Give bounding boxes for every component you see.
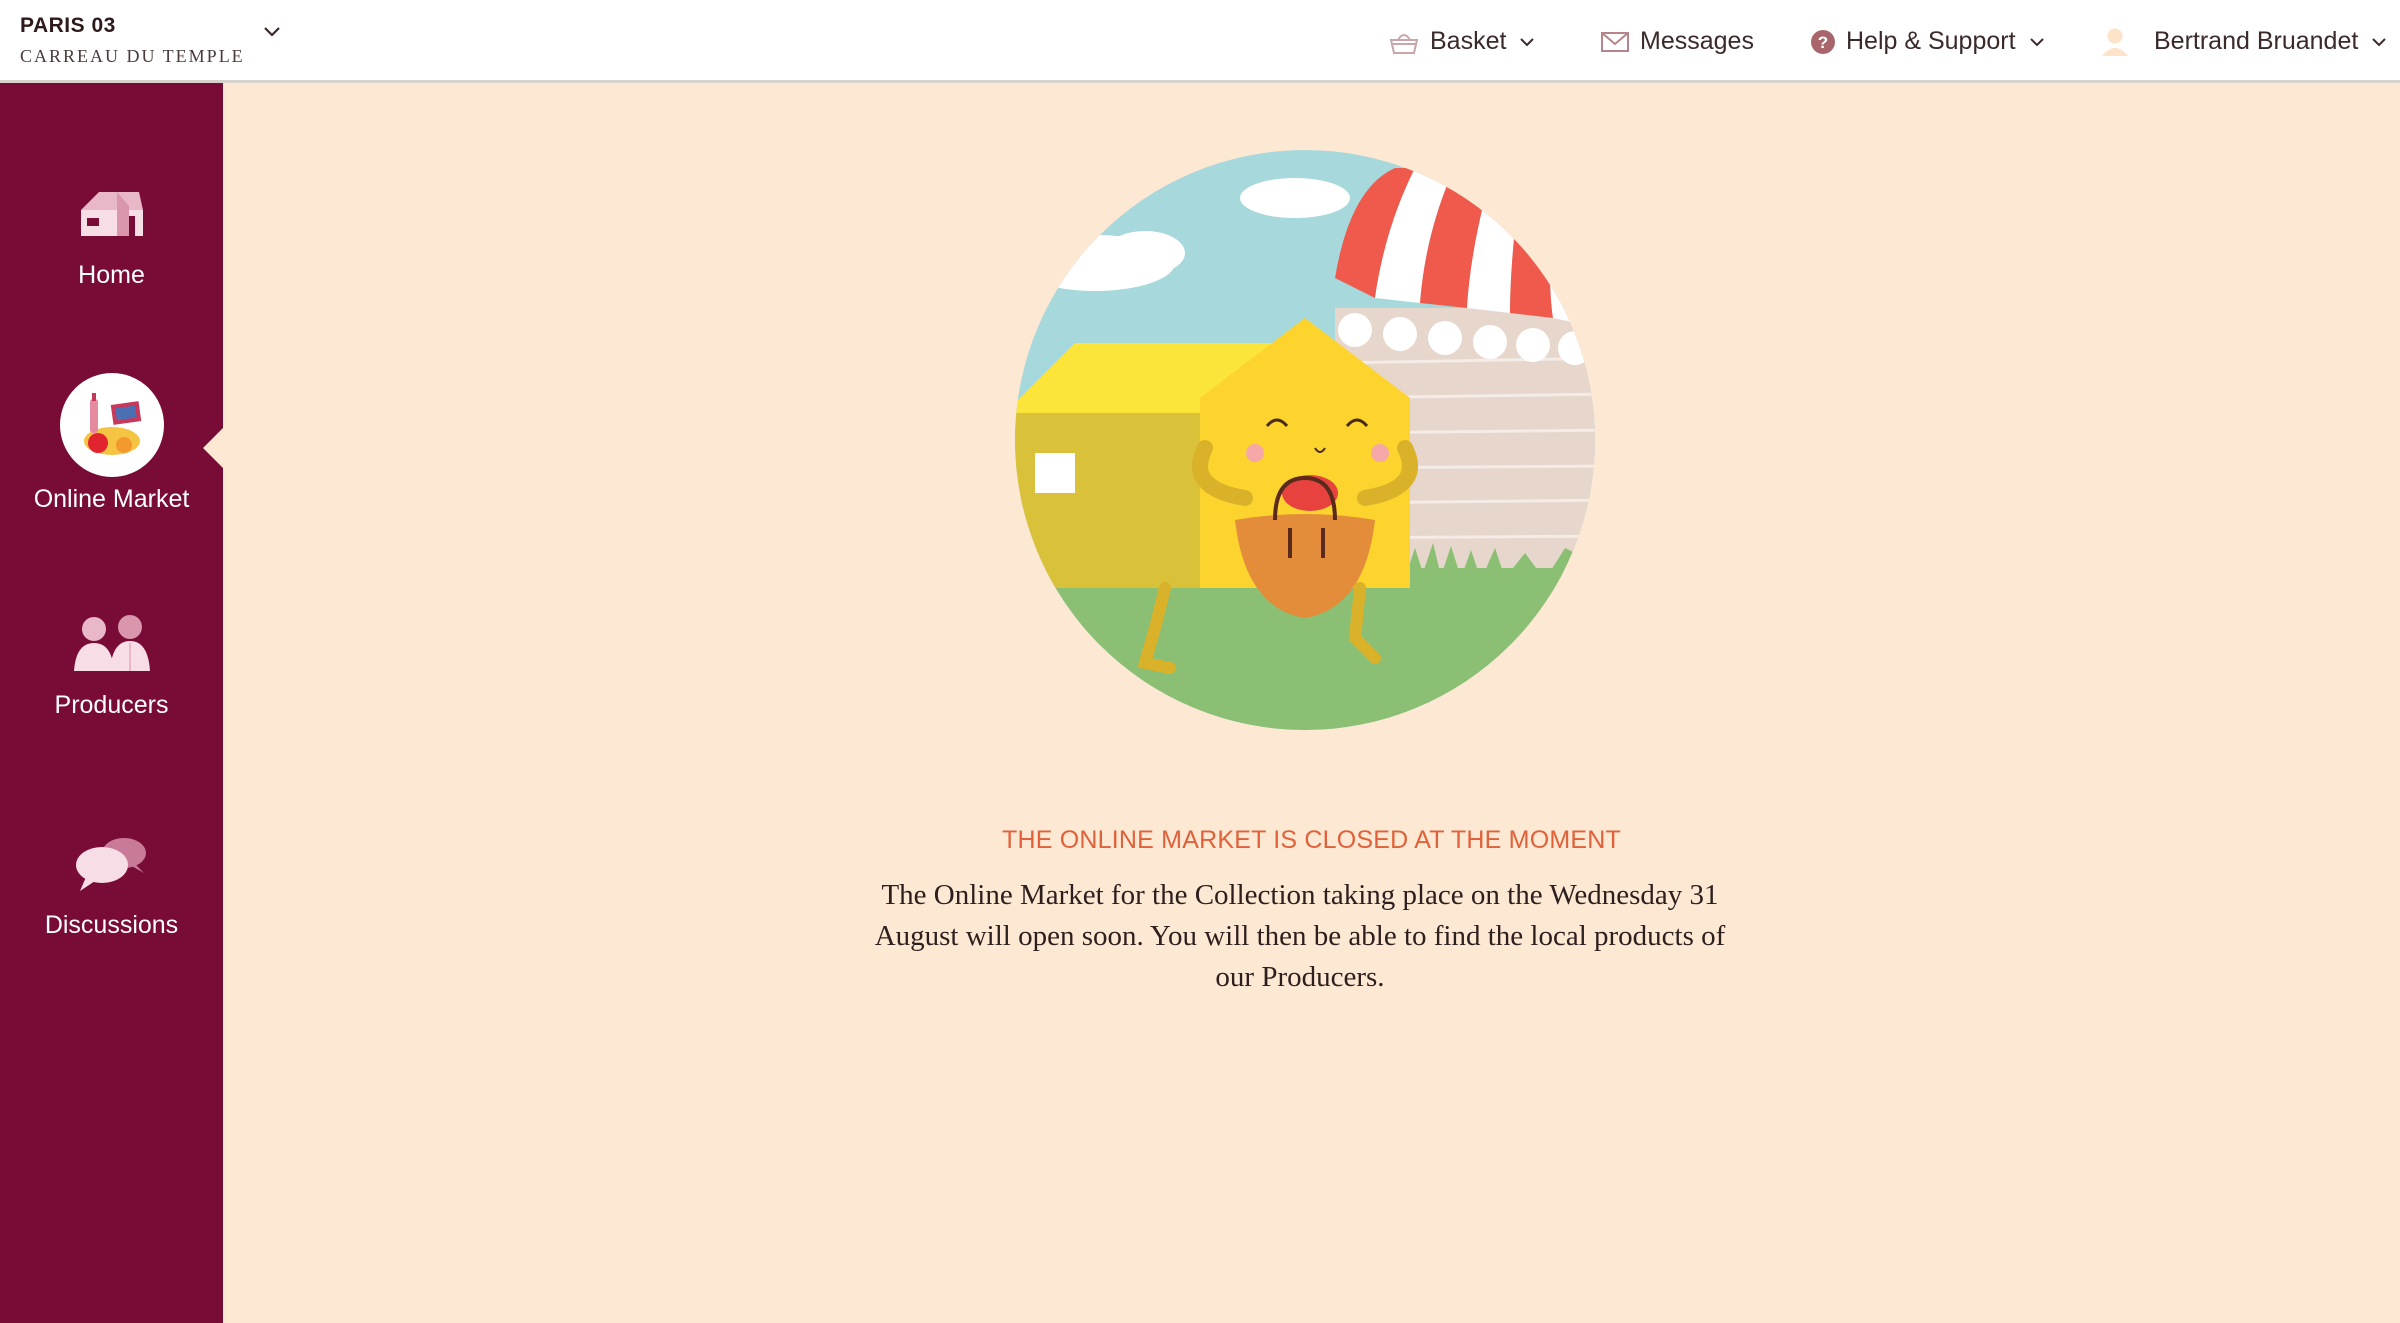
question-circle-icon: ? [1811,29,1835,54]
sidebar-item-home[interactable]: Home [0,173,223,290]
market-closed-title: THE ONLINE MARKET IS CLOSED AT THE MOMEN… [1002,826,1621,854]
sidebar-item-producers[interactable]: Producers [0,603,223,720]
user-menu[interactable]: Bertrand Bruandet [2100,0,2388,83]
sidebar-item-discussions[interactable]: Discussions [0,823,223,940]
user-name: Bertrand Bruandet [2154,27,2359,55]
basket-icon [1389,33,1419,54]
sidebar-item-label: Online Market [33,485,190,513]
basket-label: Basket [1430,27,1507,55]
help-support-menu[interactable]: ? Help & Support [1810,0,2046,83]
sidebar-item-online-market[interactable]: Online Market [0,373,223,514]
producers-icon [73,615,150,671]
envelope-icon [1601,31,1629,52]
sidebar-item-label: Discussions [44,911,179,939]
market-basket-icon [83,393,141,455]
messages-link[interactable]: Messages [1600,0,1754,83]
brand-city: PARIS 03 [20,14,116,37]
active-indicator [203,428,223,468]
brand-subtitle: CARREAU DU TEMPLE [20,46,245,66]
messages-label: Messages [1640,27,1754,55]
basket-menu[interactable]: Basket [1388,0,1536,83]
top-header: PARIS 03 CARREAU DU TEMPLE Basket Messag… [0,0,2400,83]
sidebar-item-label: Home [78,261,145,289]
house-icon [80,192,143,236]
sidebar: Home Online Market Producers Discussions [0,83,223,1323]
market-closed-message: The Online Market for the Collection tak… [874,879,1726,993]
market-closed-illustration [1015,150,1595,730]
chevron-down-icon[interactable] [262,24,282,40]
chevron-down-icon [2372,37,2387,46]
chevron-down-icon [2029,37,2044,46]
svg-text:?: ? [1818,33,1828,52]
sidebar-item-label: Producers [54,691,169,719]
brand-selector[interactable]: PARIS 03 CARREAU DU TEMPLE [20,14,245,67]
help-label: Help & Support [1846,27,2016,55]
chat-bubbles-icon [75,838,146,891]
chevron-down-icon [1520,37,1535,46]
avatar-icon [2102,28,2128,56]
